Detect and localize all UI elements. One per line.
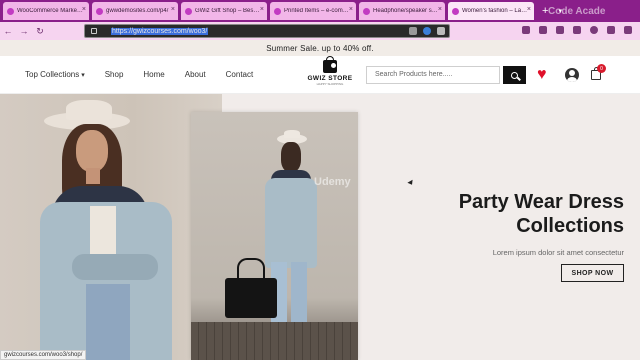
main-menu: Top Collections Shop Home About Contact xyxy=(25,70,253,79)
search-icon xyxy=(511,71,518,79)
bookmark-star-icon[interactable] xyxy=(437,27,445,35)
shop-now-button[interactable]: SHOP NOW xyxy=(561,264,624,282)
extensions-icon[interactable] xyxy=(607,26,615,34)
close-tab-icon[interactable]: × xyxy=(527,6,531,13)
tab-favicon-icon xyxy=(363,7,370,15)
back-arrow-icon[interactable]: ← xyxy=(0,23,16,39)
menu-item-about[interactable]: About xyxy=(185,70,206,79)
browser-tab-active[interactable]: Women's fashion – Latest × xyxy=(448,2,534,20)
browser-tab[interactable]: GWiz Gift Shop – Best Gift × xyxy=(181,2,267,20)
search-button[interactable] xyxy=(503,66,526,84)
hero-subtitle: Lorem ipsum dolor sit amet consectetur xyxy=(492,248,624,257)
browser-tab[interactable]: WooCommerce Marketplace× xyxy=(3,2,89,20)
menu-icon[interactable] xyxy=(624,26,632,34)
account-icon[interactable] xyxy=(590,26,598,34)
wooden-deck xyxy=(191,322,358,360)
browser-status-bar: gwizcourses.com/woo3/shop/ xyxy=(0,350,87,360)
close-tab-icon[interactable]: × xyxy=(349,6,353,13)
url-text[interactable]: https://gwizcourses.com/woo3/ xyxy=(111,27,209,35)
hero-section: Udemy Party Wear Dress Collections Lorem… xyxy=(0,94,640,360)
hero-title: Party Wear Dress Collections xyxy=(458,191,624,237)
menu-item-contact[interactable]: Contact xyxy=(226,70,254,79)
promo-banner: Summer Sale. up to 40% off. xyxy=(0,40,640,56)
tab-favicon-icon xyxy=(274,7,281,15)
close-tab-icon[interactable]: × xyxy=(82,6,86,13)
browser-tab-bar: WooCommerce Marketplace× gwwdemosites.co… xyxy=(0,0,640,22)
close-tab-icon[interactable]: × xyxy=(260,6,264,13)
menu-item-top-collections[interactable]: Top Collections xyxy=(25,70,85,79)
tab-favicon-icon xyxy=(7,7,14,15)
watermark: Code Acade xyxy=(548,6,606,17)
tab-favicon-icon xyxy=(185,7,192,15)
tab-favicon-icon xyxy=(96,7,103,15)
mouse-cursor-icon xyxy=(407,179,415,187)
logo-tagline: HAPPY SHOPPING xyxy=(316,82,344,86)
browser-navigation-bar: ← → ↻ https://gwizcourses.com/woo3/ xyxy=(0,22,640,40)
download-icon[interactable] xyxy=(539,26,547,34)
account-user-icon[interactable] xyxy=(565,68,579,82)
logo-name: GWIZ STORE xyxy=(307,75,353,82)
hero-image-model-hat xyxy=(0,94,222,360)
browser-tab[interactable]: Printed Items – e-commerce× xyxy=(270,2,356,20)
udemy-watermark: Udemy xyxy=(314,176,351,188)
forward-arrow-icon[interactable]: → xyxy=(16,23,32,39)
pocket-icon[interactable] xyxy=(522,26,530,34)
extension-icon[interactable] xyxy=(423,27,431,35)
library-icon[interactable] xyxy=(556,26,564,34)
reader-view-icon[interactable] xyxy=(409,27,417,35)
shopping-bag-icon xyxy=(323,56,337,73)
wishlist-heart-icon[interactable]: ♥ xyxy=(537,67,547,83)
address-bar[interactable]: https://gwizcourses.com/woo3/ xyxy=(84,24,450,38)
reload-icon[interactable]: ↻ xyxy=(32,23,48,39)
close-tab-icon[interactable]: × xyxy=(438,6,442,13)
cart-count-badge: 0 xyxy=(597,64,606,73)
close-tab-icon[interactable]: × xyxy=(171,6,175,13)
search-input[interactable]: Search Products here..... xyxy=(366,66,500,84)
hero-image-model-bag xyxy=(191,112,358,360)
browser-tab[interactable]: Headphone/speaker store × xyxy=(359,2,445,20)
sidebar-icon[interactable] xyxy=(573,26,581,34)
site-header: Top Collections Shop Home About Contact … xyxy=(0,56,640,94)
tab-favicon-icon xyxy=(452,7,459,15)
browser-tab[interactable]: gwwdemosites.com/p4/× xyxy=(92,2,178,20)
site-logo[interactable]: GWIZ STORE HAPPY SHOPPING xyxy=(304,56,356,92)
shield-icon xyxy=(91,28,97,34)
menu-item-shop[interactable]: Shop xyxy=(105,70,124,79)
menu-item-home[interactable]: Home xyxy=(143,70,164,79)
